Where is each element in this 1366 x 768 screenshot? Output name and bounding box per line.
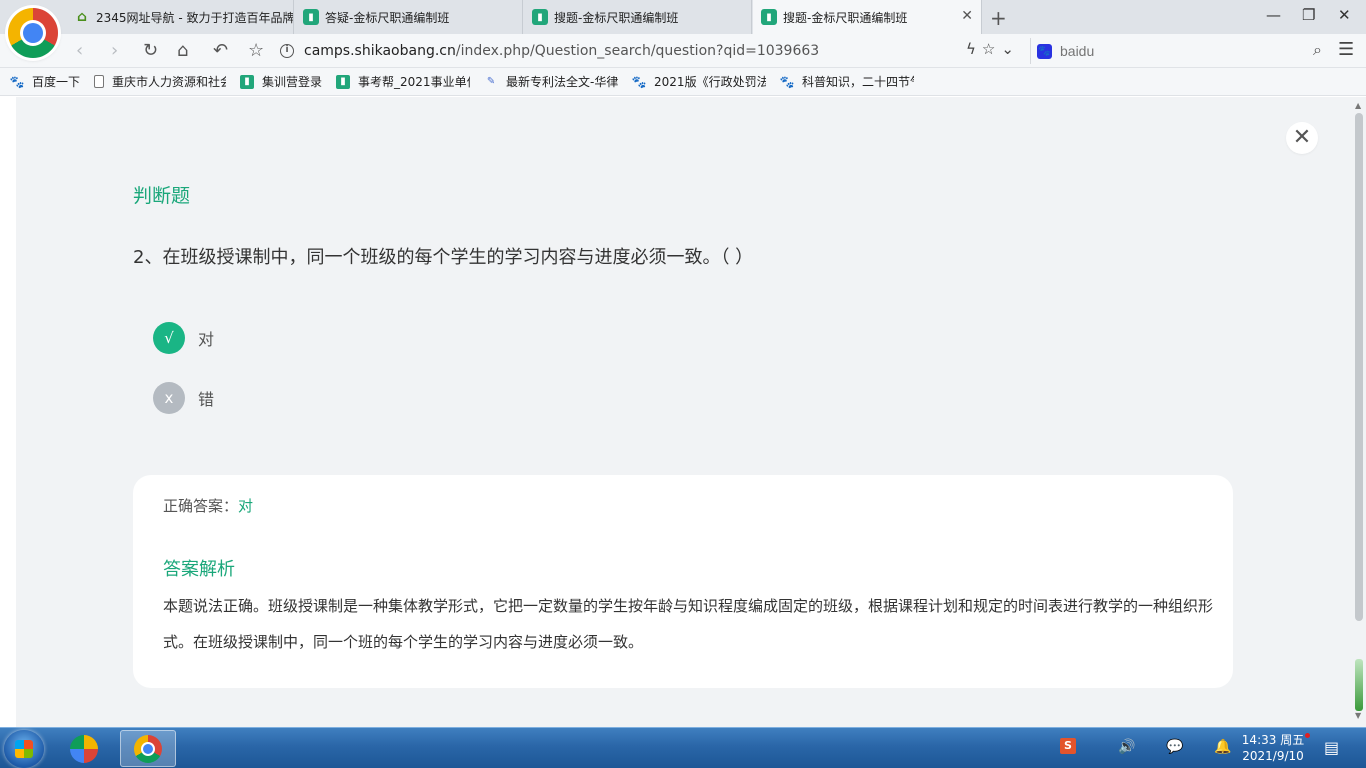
2345-browser-icon (70, 734, 98, 763)
sogou-input-icon[interactable]: S (1060, 738, 1076, 754)
clock-time: 14:33 周五 (1241, 733, 1305, 747)
page-content: ✕ 判断题 2、在班级授课制中，同一个班级的每个学生的学习内容与进度必须一致。（… (0, 97, 1366, 727)
option-label: 错 (198, 390, 215, 409)
action-center-icon[interactable]: ▤ (1324, 738, 1339, 757)
search-icon[interactable]: ⌕ (1313, 40, 1322, 60)
book-icon: ▮ (761, 9, 777, 25)
bookmark-shikaobang[interactable]: ▮ 事考帮_2021事业单位 (336, 73, 470, 90)
scroll-thumb[interactable] (1355, 113, 1363, 621)
browser-logo-icon[interactable] (8, 8, 58, 58)
bookmark-training-login[interactable]: ▮ 集训营登录 (240, 73, 322, 90)
notification-dot (1305, 733, 1310, 738)
home-icon[interactable]: ⌂ (177, 40, 188, 61)
paw-icon: 🐾 (779, 74, 795, 89)
book-icon: ▮ (240, 74, 255, 89)
tab-close-icon[interactable]: ✕ (961, 8, 973, 24)
bookmark-label: 最新专利法全文-华律 (506, 75, 619, 89)
search-box: 🐾 ⌕ (1030, 38, 1328, 64)
tab-label: 搜题-金标尺职通编制班 (783, 10, 908, 25)
reload-icon[interactable]: ↻ (143, 40, 158, 61)
correct-answer-line: 正确答案：对 (163, 495, 253, 516)
url-path: /index.php/Question_search/question?qid=… (455, 43, 820, 59)
back-arrow-icon[interactable]: ‹ (76, 40, 83, 61)
option-true[interactable]: √ 对 (153, 322, 214, 354)
minimize-icon[interactable]: — (1266, 6, 1281, 24)
url-host: camps.shikaobang.cn (304, 43, 456, 59)
taskbar-2345-browser[interactable] (56, 730, 112, 767)
scroll-indicator (1355, 659, 1363, 711)
analysis-text: 本题说法正确。班级授课制是一种集体教学形式，它把一定数量的学生按年龄与知识程度编… (163, 597, 1214, 651)
tab-label: 搜题-金标尺职通编制班 (554, 10, 679, 25)
bookmark-patent-law[interactable]: ✎ 最新专利法全文-华律 (484, 73, 618, 90)
bookmark-label: 事考帮_2021事业单位 (358, 75, 471, 89)
baidu-paw-icon[interactable]: 🐾 (1037, 43, 1052, 59)
favorite-star-icon[interactable]: ☆ (982, 40, 1001, 58)
tab-label: 答疑-金标尺职通编制班 (325, 10, 450, 25)
book-icon: ▮ (336, 74, 351, 89)
windows-taskbar: S 🔊 💬 🔔 14:33 周五 2021/9/10 ▤ (0, 727, 1366, 768)
forward-arrow-icon[interactable]: › (111, 40, 118, 61)
bookmark-label: 百度一下 (32, 75, 81, 89)
restore-icon[interactable]: ❐ (1302, 6, 1315, 24)
browser-icon (134, 734, 162, 763)
wechat-icon[interactable]: 💬 (1166, 739, 1183, 755)
tab-2345-nav[interactable]: ⌂ 2345网址导航 - 致力于打造百年品牌 (66, 0, 294, 34)
bookmark-chongqing-hr[interactable]: 重庆市人力资源和社会 (94, 73, 226, 90)
check-mark-icon: √ (153, 322, 185, 354)
question-panel: ✕ 判断题 2、在班级授课制中，同一个班级的每个学生的学习内容与进度必须一致。（… (16, 97, 1352, 727)
undo-close-tab-icon[interactable]: ↶ (213, 40, 228, 61)
site-info-icon[interactable]: i (280, 44, 294, 58)
paw-icon: 🐾 (631, 74, 647, 89)
scroll-up-arrow-icon[interactable]: ▲ (1355, 101, 1361, 110)
answer-card: 正确答案：对 答案解析 本题说法正确。班级授课制是一种集体教学形式，它把一定数量… (133, 475, 1233, 688)
house-icon: ⌂ (76, 9, 88, 25)
question-text: 2、在班级授课制中，同一个班级的每个学生的学习内容与进度必须一致。（ ） (133, 247, 754, 268)
bookmark-label: 重庆市人力资源和社会 (112, 75, 227, 89)
bookmark-star-icon[interactable]: ☆ (248, 40, 264, 61)
tab-strip: ⌂ 2345网址导航 - 致力于打造百年品牌 ▮ 答疑-金标尺职通编制班 ▮ 搜… (0, 0, 1366, 58)
clock-date: 2021/9/10 (1242, 749, 1304, 763)
dropdown-chevron-icon[interactable]: ⌄ (1001, 40, 1020, 58)
book-icon: ▮ (303, 9, 319, 25)
bookmarks-bar: 🐾 百度一下 重庆市人力资源和社会 ▮ 集训营登录 ▮ 事考帮_2021事业单位… (0, 68, 1366, 96)
lightning-icon[interactable]: ϟ (966, 40, 982, 58)
scroll-down-arrow-icon[interactable]: ▼ (1355, 711, 1361, 720)
option-label: 对 (198, 330, 215, 349)
bookmark-label: 集训营登录 (262, 75, 323, 89)
quill-icon: ✎ (486, 76, 496, 87)
search-input[interactable] (1060, 43, 1280, 59)
bookmark-solar-terms[interactable]: 🐾 科普知识，二十四节气 (780, 73, 914, 90)
option-false[interactable]: x 错 (153, 382, 214, 414)
start-button[interactable] (4, 730, 44, 768)
analysis-title: 答案解析 (163, 559, 235, 580)
tab-search-question[interactable]: ▮ 搜题-金标尺职通编制班 (524, 0, 752, 34)
address-bar[interactable]: i camps.shikaobang.cn/index.php/Question… (280, 38, 1028, 64)
tab-answer-questions[interactable]: ▮ 答疑-金标尺职通编制班 (295, 0, 523, 34)
correct-answer-label: 正确答案： (163, 497, 239, 515)
system-clock[interactable]: 14:33 周五 2021/9/10 (1238, 732, 1308, 764)
bookmark-label: 2021版《行政处罚法 (654, 75, 767, 89)
question-type: 判断题 (133, 185, 191, 207)
new-tab-plus-icon[interactable]: + (990, 6, 1007, 30)
cross-mark-icon: x (153, 382, 185, 414)
taskbar-browser-active[interactable] (120, 730, 176, 767)
bookmark-baidu[interactable]: 🐾 百度一下 (10, 73, 80, 90)
document-icon (94, 75, 105, 88)
window-close-icon[interactable]: ✕ (1338, 6, 1351, 24)
tab-label: 2345网址导航 - 致力于打造百年品牌 (96, 10, 293, 25)
paw-icon: 🐾 (9, 74, 25, 89)
notification-bell-icon[interactable]: 🔔 (1214, 739, 1231, 755)
tab-search-question-active[interactable]: ▮ 搜题-金标尺职通编制班 ✕ (753, 0, 982, 34)
volume-icon[interactable]: 🔊 (1118, 739, 1135, 755)
browser-toolbar: ‹ › ↻ ⌂ ↶ ☆ i camps.shikaobang.cn/index.… (0, 34, 1366, 68)
page-scrollbar[interactable]: ▲ ▼ (1352, 97, 1366, 727)
correct-answer-value: 对 (238, 497, 254, 515)
close-panel-icon[interactable]: ✕ (1286, 122, 1318, 154)
address-actions: ϟ☆⌄ (966, 40, 1020, 58)
bookmark-label: 科普知识，二十四节气 (802, 75, 915, 89)
menu-hamburger-icon[interactable]: ☰ (1338, 39, 1354, 60)
book-icon: ▮ (532, 9, 548, 25)
bookmark-admin-penalty[interactable]: 🐾 2021版《行政处罚法 (632, 73, 766, 90)
